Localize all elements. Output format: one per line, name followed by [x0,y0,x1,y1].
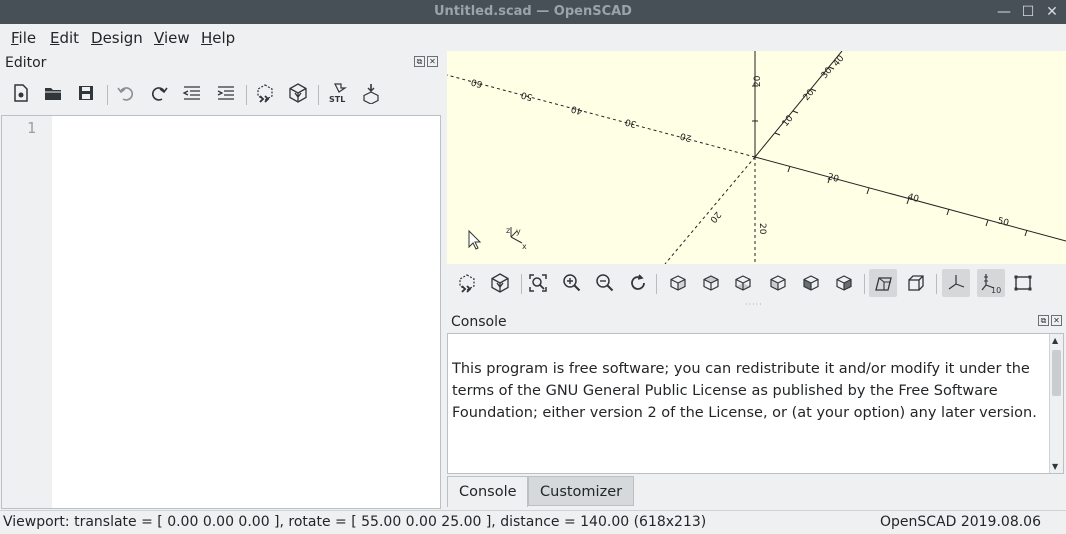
zoom-out-icon[interactable] [591,269,619,297]
unindent-icon[interactable] [178,79,206,107]
console-output[interactable]: This program is free software; you can r… [447,333,1064,474]
orthogonal-icon[interactable] [902,269,930,297]
y-axis-label: 40 [832,54,847,69]
editor-panel: Editor ⧉ ✕ STL 1 [0,51,446,510]
view-top-icon[interactable] [697,269,725,297]
undo-icon[interactable] [112,79,140,107]
svg-text:STL: STL [329,95,345,104]
close-button[interactable]: ✕ [1042,2,1062,22]
scroll-thumb[interactable] [1052,350,1061,396]
close-icon[interactable]: ✕ [427,56,438,67]
code-editor[interactable]: 1 [1,115,441,509]
y-axis-label: 30 [820,66,835,81]
x-axis-label: 40 [906,192,920,205]
view-back-icon[interactable] [830,269,858,297]
close-icon[interactable]: ✕ [1051,315,1062,326]
console-dock-buttons: ⧉ ✕ [1038,315,1062,327]
viewport-status: Viewport: translate = [ 0.00 0.00 0.00 ]… [3,514,707,530]
show-edges-icon[interactable] [1009,269,1037,297]
view-right-icon[interactable] [664,269,692,297]
console-panel: Console ⧉ ✕ This program is free softwar… [447,310,1066,510]
menu-view[interactable]: View [154,29,190,47]
preview-icon[interactable] [251,79,279,107]
console-text: This program is free software; you can r… [452,361,1037,421]
tab-console[interactable]: Console [447,476,528,507]
z-axis-label: 20 [753,75,763,87]
menu-file[interactable]: File [11,29,36,47]
x-axis-label: 60 [470,76,484,89]
scroll-up-icon[interactable]: ▲ [1052,336,1058,345]
title-bar: Untitled.scad — OpenSCAD — ☐ ✕ [0,0,1066,24]
line-gutter: 1 [2,116,52,508]
viewport-toolbar: 10 [447,266,1066,302]
view-bottom-icon[interactable] [729,269,757,297]
3d-viewport[interactable]: 20 40 50 20 30 40 50 60 10 20 30 40 20 2… [447,51,1066,264]
tab-customizer[interactable]: Customizer [528,476,634,506]
y-axis-label: 20 [802,88,817,103]
version-label: OpenSCAD 2019.08.06 [879,514,1041,530]
open-file-icon[interactable] [39,79,67,107]
mini-axis-x: x [522,242,527,251]
send-to-printer-icon[interactable] [357,79,385,107]
show-axes-icon[interactable] [942,269,970,297]
export-stl-icon[interactable]: STL [325,79,353,107]
x-axis-label: 20 [679,130,693,143]
y-axis-label: 10 [781,114,796,129]
show-scale-markers-icon[interactable]: 10 [977,269,1005,297]
indent-icon[interactable] [212,79,240,107]
render-icon[interactable] [284,79,312,107]
perspective-icon[interactable] [869,269,897,297]
x-axis-label: 40 [570,103,584,116]
float-icon[interactable]: ⧉ [414,56,425,67]
maximize-button[interactable]: ☐ [1018,2,1038,22]
render-icon[interactable] [486,269,514,297]
menu-edit[interactable]: Edit [50,29,79,47]
reset-view-icon[interactable] [624,269,652,297]
svg-text:10: 10 [991,286,1001,294]
menu-design[interactable]: Design [91,29,143,47]
float-icon[interactable]: ⧉ [1038,315,1049,326]
z-axis-label: 20 [757,223,767,235]
menu-bar: File Edit Design View Help [0,24,1066,51]
save-icon[interactable] [72,79,100,107]
console-title: Console [451,314,507,330]
minimize-button[interactable]: — [994,2,1014,22]
splitter-handle[interactable]: ····· [745,301,765,309]
mini-axis-z: z [506,226,510,235]
view-left-icon[interactable] [764,269,792,297]
preview-icon[interactable] [453,269,481,297]
x-axis-label: 50 [520,89,534,102]
status-bar: Viewport: translate = [ 0.00 0.00 0.00 ]… [0,510,1066,534]
x-axis-label: 30 [624,116,638,129]
zoom-in-icon[interactable] [558,269,586,297]
cursor-icon [468,229,482,250]
mini-axes-indicator: x y z [506,226,527,251]
line-number: 1 [26,119,36,137]
view-all-icon[interactable] [524,269,552,297]
x-axis-label: 50 [996,216,1010,229]
editor-title: Editor [5,55,47,71]
menu-help[interactable]: Help [201,29,235,47]
window-title: Untitled.scad — OpenSCAD [434,4,632,19]
editor-dock-buttons: ⧉ ✕ [414,56,438,68]
redo-icon[interactable] [145,79,173,107]
console-scrollbar[interactable]: ▲ ▼ [1049,334,1063,473]
new-file-icon[interactable] [7,79,35,107]
view-front-icon[interactable] [797,269,825,297]
scroll-down-icon[interactable]: ▼ [1052,462,1058,471]
mini-axis-y: y [516,227,521,236]
y-axis-label: 20 [707,209,722,224]
viewport-axes: 20 40 50 20 30 40 50 60 10 20 30 40 20 2… [447,51,1066,264]
